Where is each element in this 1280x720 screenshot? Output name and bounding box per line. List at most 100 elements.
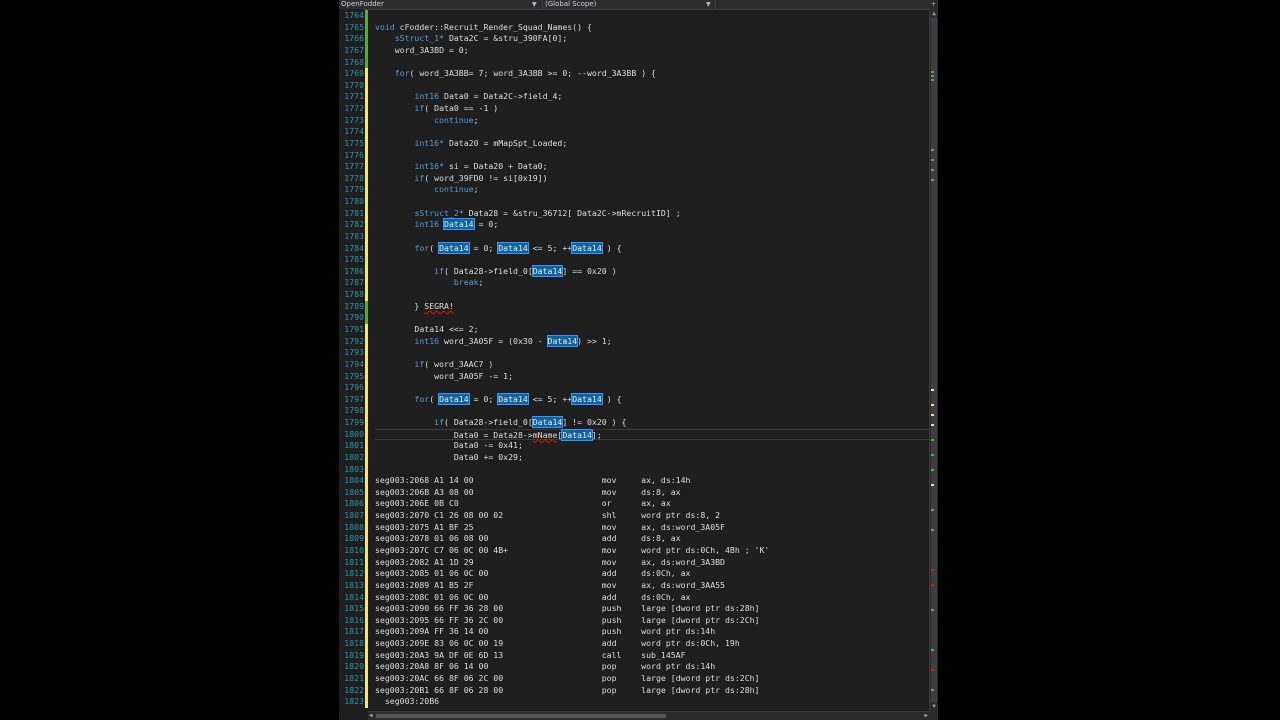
code-line[interactable]: Data0 += 0x29; bbox=[375, 452, 929, 464]
code-line[interactable]: int16 Data14 = 0; bbox=[375, 218, 929, 231]
code-line[interactable]: word_3A3BD = 0; bbox=[375, 45, 929, 57]
scroll-right-arrow-icon[interactable]: ▶ bbox=[924, 712, 928, 720]
code-line[interactable] bbox=[375, 10, 929, 22]
horizontal-scrollbar[interactable]: ◀ ▶ bbox=[368, 711, 929, 720]
code-line[interactable]: for( Data14 = 0; Data14 <= 5; ++Data14 )… bbox=[375, 392, 929, 406]
horizontal-scrollbar-thumb[interactable] bbox=[376, 714, 666, 718]
line-number: 1787 bbox=[344, 277, 364, 288]
code-line[interactable] bbox=[375, 150, 929, 162]
code-token: <= 5; ++ bbox=[527, 242, 573, 253]
code-line[interactable]: word_3A05F -= 1; bbox=[375, 371, 929, 383]
code-token: seg003:2075 A1 BF 25 mov ax, ds:word_3A0… bbox=[375, 521, 725, 532]
code-line[interactable] bbox=[375, 196, 929, 208]
scroll-up-arrow-icon[interactable]: ▲ bbox=[930, 9, 938, 18]
code-line[interactable]: seg003:20AC 66 8F 06 2C 00 pop large [dw… bbox=[375, 673, 929, 685]
code-line[interactable]: int16 Data0 = Data2C->field_4; bbox=[375, 91, 929, 103]
code-line[interactable]: seg003:20B1 66 8F 06 28 00 pop large [dw… bbox=[375, 685, 929, 697]
code-line[interactable]: seg003:209A FF 36 14 00 push word ptr ds… bbox=[375, 626, 929, 638]
code-line[interactable] bbox=[375, 347, 929, 359]
code-line[interactable]: seg003:2075 A1 BF 25 mov ax, ds:word_3A0… bbox=[375, 522, 929, 534]
code-line[interactable]: if( Data0 == -1 ) bbox=[375, 103, 929, 115]
split-window-icon[interactable]: + bbox=[931, 0, 936, 9]
line-number: 1801 bbox=[344, 440, 364, 451]
code-token: ( bbox=[429, 242, 440, 253]
code-line[interactable]: seg003:2068 A1 14 00 mov ax, ds:14h bbox=[375, 475, 929, 487]
code-token: ; bbox=[473, 184, 479, 195]
code-line[interactable]: continue; bbox=[375, 184, 929, 196]
code-line[interactable]: seg003:206E 0B C0 or ax, ax bbox=[375, 498, 929, 510]
code-line[interactable]: seg003:207C C7 06 0C 00 4B+ mov word ptr… bbox=[375, 545, 929, 557]
code-line[interactable]: int16* si = Data20 + Data0; bbox=[375, 161, 929, 173]
line-number: 1769 bbox=[344, 68, 364, 79]
highlighted-reference: Data14 bbox=[438, 392, 470, 405]
code-line[interactable]: seg003:2090 66 FF 36 28 00 push large [d… bbox=[375, 603, 929, 615]
code-line[interactable]: seg003:2070 C1 26 08 00 02 shl word ptr … bbox=[375, 510, 929, 522]
scope-dropdown[interactable]: (Global Scope) bbox=[542, 0, 712, 9]
project-name: OpenFodder bbox=[341, 0, 384, 8]
code-line[interactable]: Data0 -= 0x41; bbox=[375, 440, 929, 452]
code-line[interactable]: sStruct_2* Data28 = &stru_36712[ Data2C-… bbox=[375, 208, 929, 220]
code-line[interactable]: if( word_39FD0 != si[0x19]) bbox=[375, 173, 929, 185]
project-dropdown[interactable]: OpenFodder bbox=[339, 0, 539, 9]
code-line[interactable]: continue; bbox=[375, 115, 929, 127]
code-line[interactable] bbox=[375, 254, 929, 266]
code-line[interactable] bbox=[375, 405, 929, 417]
code-line[interactable]: seg003:208C 01 06 0C 00 add ds:0Ch, ax bbox=[375, 592, 929, 604]
code-line[interactable]: int16* Data20 = mMapSpt_Loaded; bbox=[375, 138, 929, 150]
code-line[interactable] bbox=[375, 464, 929, 476]
line-number: 1820 bbox=[344, 661, 364, 672]
code-line[interactable]: if( Data28->field_0[Data14] == 0x20 ) bbox=[375, 264, 929, 278]
code-token: Data0 += 0x29; bbox=[375, 451, 523, 462]
code-line[interactable]: if( word_3AAC7 ) bbox=[375, 359, 929, 371]
code-line[interactable]: seg003:2082 A1 1D 29 mov ax, ds:word_3A3… bbox=[375, 557, 929, 569]
chevron-down-icon[interactable]: ▼ bbox=[532, 0, 537, 9]
code-line[interactable]: seg003:20B6 bbox=[375, 696, 929, 708]
code-line[interactable]: void cFodder::Recruit_Render_Squad_Names… bbox=[375, 22, 929, 34]
highlighted-reference: Data14 bbox=[443, 218, 475, 231]
code-line[interactable] bbox=[375, 80, 929, 92]
code-line[interactable]: for( word_3A3BB= 7; word_3A3BB >= 0; --w… bbox=[375, 68, 929, 80]
scroll-down-arrow-icon[interactable]: ▼ bbox=[930, 702, 938, 711]
scrollbar-overview-mark bbox=[931, 454, 934, 456]
scrollbar-thumb[interactable] bbox=[931, 18, 937, 702]
code-line[interactable]: seg003:2085 01 06 0C 00 add ds:0Ch, ax bbox=[375, 568, 929, 580]
code-text-area[interactable]: void cFodder::Recruit_Render_Squad_Names… bbox=[368, 9, 929, 711]
member-dropdown[interactable] bbox=[715, 0, 929, 9]
code-line[interactable]: sStruct_1* Data2C = &stru_390FA[0]; bbox=[375, 33, 929, 45]
line-number: 1807 bbox=[344, 510, 364, 521]
code-line[interactable]: Data14 <<= 2; bbox=[375, 324, 929, 336]
code-line[interactable] bbox=[375, 57, 929, 69]
code-line[interactable]: seg003:2095 66 FF 36 2C 00 push large [d… bbox=[375, 615, 929, 627]
code-line[interactable]: seg003:209E 83 06 0C 00 19 add word ptr … bbox=[375, 638, 929, 650]
code-line[interactable] bbox=[375, 382, 929, 394]
code-token: ] != 0x20 ) { bbox=[562, 417, 627, 428]
code-line[interactable]: if( Data28->field_0[Data14] != 0x20 ) { bbox=[375, 416, 929, 429]
line-number: 1797 bbox=[344, 393, 364, 404]
chevron-down-icon[interactable]: ▼ bbox=[706, 0, 711, 9]
scroll-left-arrow-icon[interactable]: ◀ bbox=[369, 712, 373, 720]
code-line[interactable]: seg003:2078 01 06 08 00 add ds:8, ax bbox=[375, 533, 929, 545]
code-line[interactable]: } SEGRA! bbox=[375, 301, 929, 313]
code-line[interactable] bbox=[375, 126, 929, 138]
vertical-scrollbar[interactable]: ▲ ▼ bbox=[929, 9, 938, 711]
code-line[interactable] bbox=[375, 312, 929, 324]
code-line[interactable]: seg003:20A3 9A DF 0E 6D 13 call sub_145A… bbox=[375, 650, 929, 662]
line-number: 1788 bbox=[344, 289, 364, 300]
code-line[interactable]: break; bbox=[375, 277, 929, 289]
code-line[interactable]: seg003:206B A3 08 00 mov ds:8, ax bbox=[375, 487, 929, 499]
line-number: 1811 bbox=[344, 556, 364, 567]
line-number: 1765 bbox=[344, 21, 364, 32]
code-line[interactable] bbox=[375, 289, 929, 301]
line-number: 1782 bbox=[344, 219, 364, 230]
code-line[interactable]: for( Data14 = 0; Data14 <= 5; ++Data14 )… bbox=[375, 241, 929, 255]
code-line[interactable] bbox=[375, 231, 929, 243]
code-line[interactable]: int16 word_3A05F = (0x30 - Data14) >> 1; bbox=[375, 334, 929, 348]
code-line[interactable]: seg003:2089 A1 B5 2F mov ax, ds:word_3AA… bbox=[375, 580, 929, 592]
line-number: 1793 bbox=[344, 347, 364, 358]
code-line[interactable]: seg003:20A8 8F 06 14 00 pop word ptr ds:… bbox=[375, 661, 929, 673]
code-line[interactable]: Data0 = Data28->mName[Data14]; bbox=[375, 428, 929, 441]
